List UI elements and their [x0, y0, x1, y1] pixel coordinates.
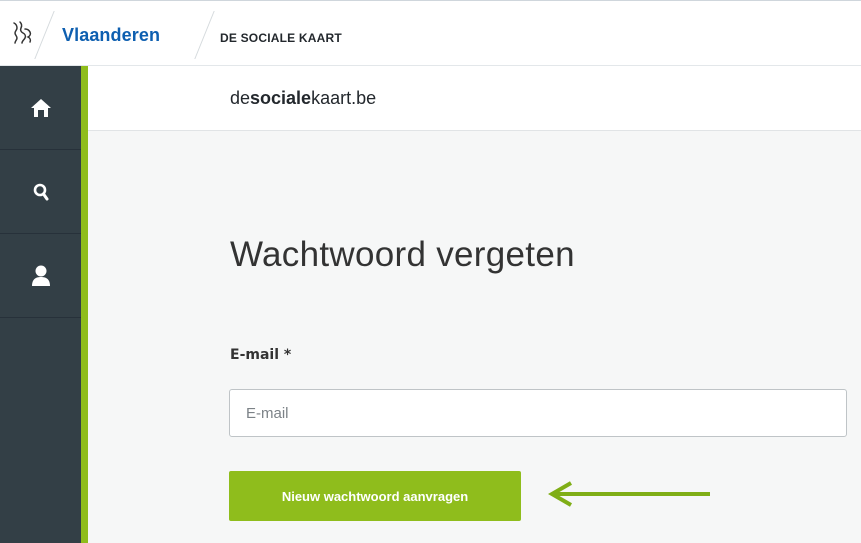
email-field[interactable]: [229, 389, 847, 437]
sidebar-item-home[interactable]: [0, 66, 81, 150]
search-icon: [33, 183, 48, 200]
user-icon: [31, 265, 50, 286]
sidebar-accent-stripe: [81, 66, 88, 543]
email-label: E-mail *: [230, 347, 292, 363]
site-logo-link[interactable]: desocialekaart.be: [230, 88, 376, 109]
sidebar-nav: [0, 66, 81, 543]
main-content: Wachtwoord vergeten E-mail * Nieuw wacht…: [88, 131, 861, 543]
request-new-password-button[interactable]: Nieuw wachtwoord aanvragen: [229, 471, 521, 521]
page-title: Wachtwoord vergeten: [230, 235, 575, 274]
site-logo-bold: sociale: [250, 88, 312, 108]
header-divider: [194, 11, 215, 59]
home-icon: [30, 98, 51, 117]
vlaanderen-brand-link[interactable]: Vlaanderen: [62, 25, 160, 46]
global-header: Vlaanderen DE SOCIALE KAART: [0, 0, 861, 66]
header-divider: [34, 11, 55, 59]
site-logo-suffix: kaart.be: [311, 88, 377, 108]
flemish-lion-logo[interactable]: [8, 20, 36, 48]
site-header: desocialekaart.be: [88, 66, 861, 131]
sidebar-item-search[interactable]: [0, 150, 81, 234]
sidebar-item-profile[interactable]: [0, 234, 81, 318]
site-logo-prefix: de: [230, 88, 251, 108]
breadcrumb-site-name[interactable]: DE SOCIALE KAART: [220, 31, 342, 45]
arrow-left-icon: [548, 481, 710, 507]
